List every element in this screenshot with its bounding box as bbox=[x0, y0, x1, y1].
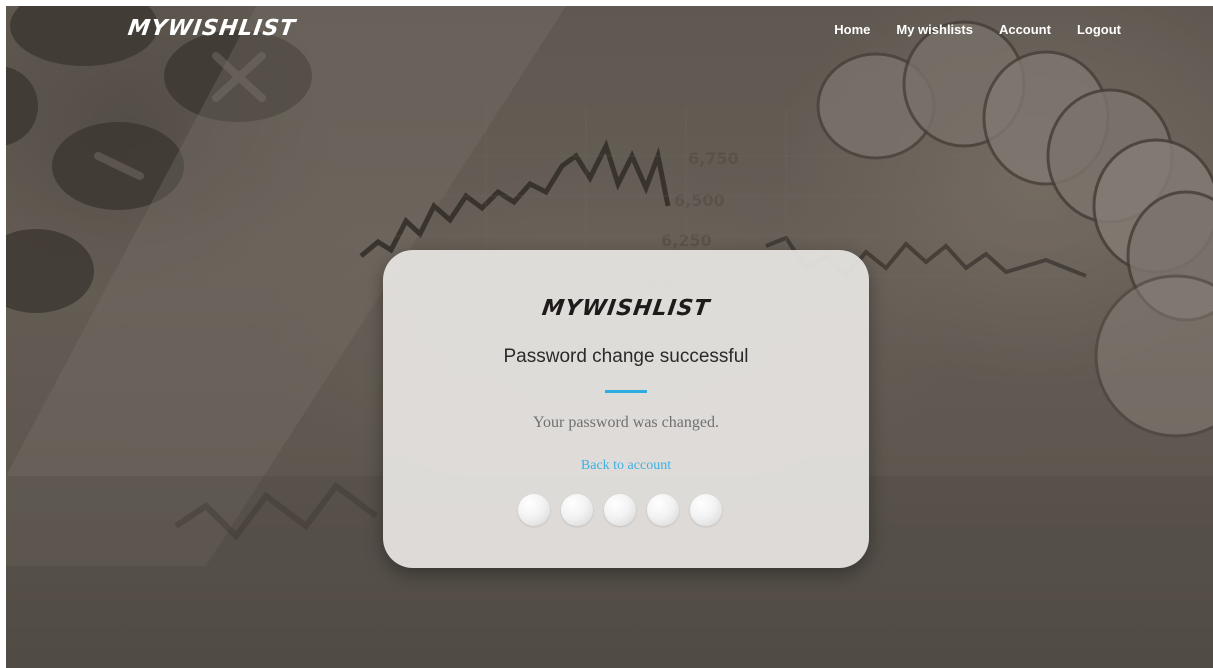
password-change-card: MYWISHLIST Password change successful Yo… bbox=[383, 250, 869, 568]
nav-my-wishlists-link[interactable]: My wishlists bbox=[896, 22, 973, 37]
success-message: Your password was changed. bbox=[533, 414, 719, 431]
circle-button-3[interactable] bbox=[604, 494, 636, 526]
title-divider bbox=[605, 390, 647, 393]
back-to-account-link[interactable]: Back to account bbox=[383, 458, 869, 474]
circle-button-1[interactable] bbox=[518, 494, 550, 526]
nav-logout-link[interactable]: Logout bbox=[1077, 22, 1121, 37]
social-buttons-row bbox=[518, 494, 722, 526]
page-viewport: 6,750 6,500 6,250 6,000 bbox=[6, 6, 1213, 668]
circle-button-5[interactable] bbox=[690, 494, 722, 526]
main-nav: Home My wishlists Account Logout bbox=[834, 22, 1121, 37]
nav-account-link[interactable]: Account bbox=[999, 22, 1051, 37]
circle-button-4[interactable] bbox=[647, 494, 679, 526]
nav-home-link[interactable]: Home bbox=[834, 22, 870, 37]
card-logo: MYWISHLIST bbox=[540, 296, 712, 321]
circle-button-2[interactable] bbox=[561, 494, 593, 526]
top-navigation-bar: MYWISHLIST Home My wishlists Account Log… bbox=[6, 6, 1213, 58]
card-title: Password change successful bbox=[503, 346, 749, 367]
site-logo[interactable]: MYWISHLIST bbox=[126, 16, 297, 41]
